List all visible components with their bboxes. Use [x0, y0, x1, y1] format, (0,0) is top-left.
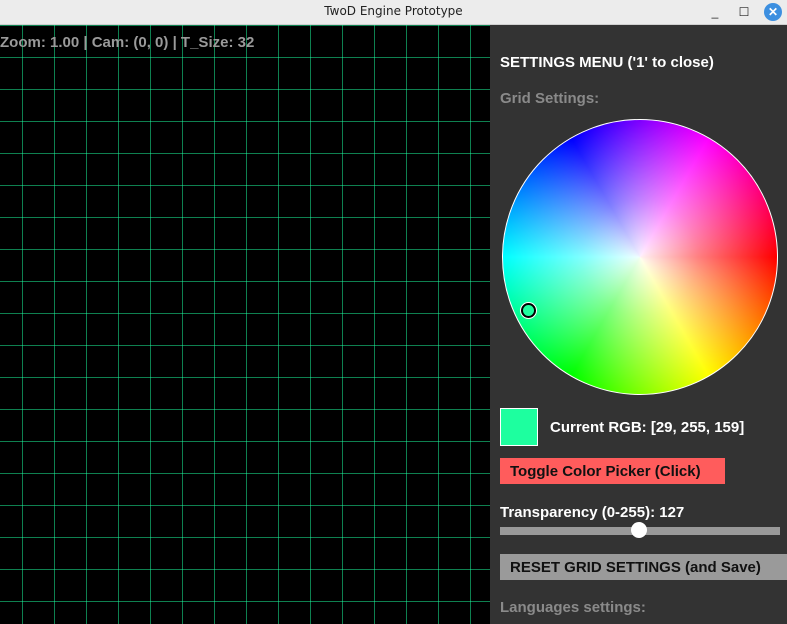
- hud-status: Zoom: 1.00 | Cam: (0, 0) | T_Size: 32: [0, 34, 255, 51]
- current-rgb-label: Current RGB: [29, 255, 159]: [550, 419, 745, 436]
- transparency-slider-thumb[interactable]: [631, 522, 648, 538]
- color-picker-marker[interactable]: [521, 303, 536, 318]
- maximize-icon[interactable]: ☐: [735, 3, 753, 21]
- grid-canvas[interactable]: [0, 25, 490, 624]
- window-titlebar: TwoD Engine Prototype _ ☐ ✕: [0, 0, 787, 25]
- reset-grid-settings-button[interactable]: RESET GRID SETTINGS (and Save): [500, 554, 787, 580]
- color-wheel[interactable]: [502, 119, 778, 395]
- current-color-swatch: [500, 408, 538, 446]
- close-icon[interactable]: ✕: [764, 3, 782, 21]
- transparency-label: Transparency (0-255): 127: [500, 504, 685, 521]
- settings-panel: SETTINGS MENU ('1' to close) Grid Settin…: [490, 25, 787, 624]
- languages-settings-heading: Languages settings:: [500, 599, 646, 616]
- grid-settings-heading: Grid Settings:: [500, 90, 600, 107]
- window-title: TwoD Engine Prototype: [324, 4, 463, 18]
- minimize-icon[interactable]: _: [706, 3, 724, 21]
- toggle-color-picker-button[interactable]: Toggle Color Picker (Click): [500, 458, 725, 484]
- settings-title: SETTINGS MENU ('1' to close): [500, 54, 714, 71]
